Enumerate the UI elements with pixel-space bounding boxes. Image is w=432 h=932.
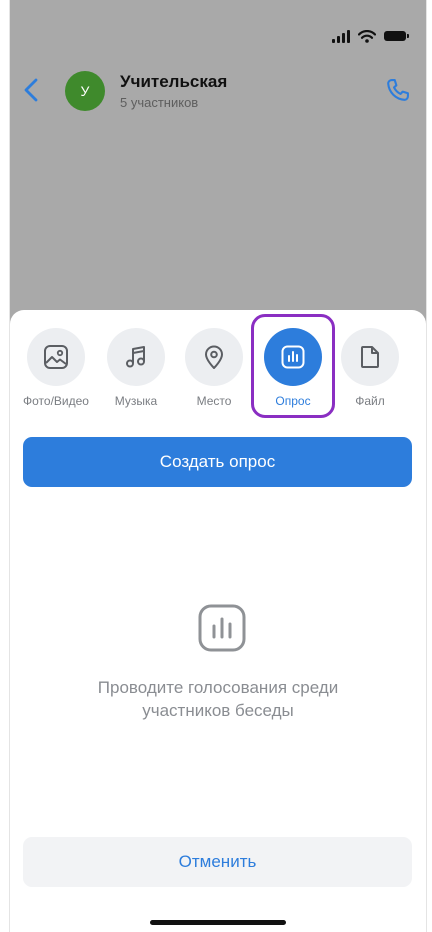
battery-icon <box>384 31 409 41</box>
photo-icon <box>27 328 85 386</box>
attach-label: Файл <box>355 394 385 408</box>
empty-state-line-2: участников беседы <box>142 701 294 720</box>
status-bar <box>332 28 409 44</box>
chat-members-count: 5 участников <box>120 95 199 110</box>
chat-title[interactable]: Учительская <box>120 72 227 92</box>
back-chevron-icon[interactable] <box>20 76 44 104</box>
music-icon <box>107 328 165 386</box>
create-poll-button[interactable]: Создать опрос <box>23 437 412 487</box>
signal-icon <box>332 29 350 43</box>
empty-state-line-1: Проводите голосования среди <box>97 678 339 697</box>
empty-state-text: Проводите голосования среди участников б… <box>50 676 386 722</box>
attach-location[interactable]: Место <box>174 328 254 408</box>
attach-label: Музыка <box>114 394 158 408</box>
file-icon <box>341 328 399 386</box>
poll-placeholder-icon <box>198 604 246 652</box>
chat-avatar[interactable]: У <box>65 71 105 111</box>
poll-highlight-frame <box>251 314 335 418</box>
home-indicator[interactable] <box>150 920 286 925</box>
phone-call-icon[interactable] <box>384 76 412 104</box>
phone-screen: У Учительская 5 участников Фото/Видео Му… <box>9 0 427 932</box>
wifi-icon <box>358 29 376 43</box>
cancel-button[interactable]: Отменить <box>23 837 412 887</box>
attachment-sheet: Фото/Видео Музыка Место Опрос Файл Созда… <box>10 310 426 932</box>
dimmed-chat-background: У Учительская 5 участников <box>10 0 426 330</box>
location-pin-icon <box>185 328 243 386</box>
attach-photo-video[interactable]: Фото/Видео <box>16 328 96 408</box>
attach-label: Фото/Видео <box>23 394 89 408</box>
attach-label: Место <box>196 394 232 408</box>
attach-file[interactable]: Файл <box>330 328 410 408</box>
attach-music[interactable]: Музыка <box>96 328 176 408</box>
